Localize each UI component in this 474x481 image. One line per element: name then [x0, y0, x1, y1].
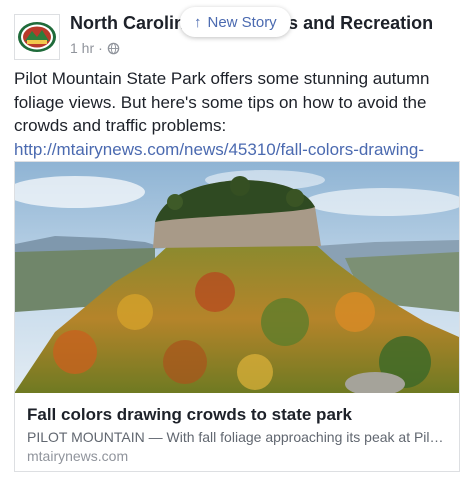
link-preview-text: Fall colors drawing crowds to state park…: [27, 405, 451, 464]
nc-parks-logo-icon: [18, 22, 56, 52]
new-story-button[interactable]: ↑ New Story: [180, 7, 291, 37]
post-meta: 1 hr ·: [70, 40, 120, 56]
globe-icon: [107, 42, 120, 54]
post-timestamp[interactable]: 1 hr: [70, 40, 94, 56]
link-preview-domain: mtairynews.com: [27, 448, 129, 464]
arrow-up-icon: ↑: [194, 13, 202, 31]
link-preview-card[interactable]: Fall colors drawing crowds to state park…: [14, 161, 460, 472]
link-preview-title[interactable]: Fall colors drawing crowds to state park: [27, 405, 451, 425]
facebook-post: North Carolina State Parks and Recreatio…: [0, 0, 474, 481]
meta-separator: ·: [98, 40, 103, 56]
page-avatar[interactable]: [14, 14, 60, 60]
link-preview-description: PILOT MOUNTAIN — With fall foliage appro…: [27, 429, 447, 445]
post-text-content: Pilot Mountain State Park offers some st…: [14, 69, 430, 135]
pilot-mountain-photo: [15, 162, 459, 393]
new-story-label: New Story: [207, 13, 277, 31]
